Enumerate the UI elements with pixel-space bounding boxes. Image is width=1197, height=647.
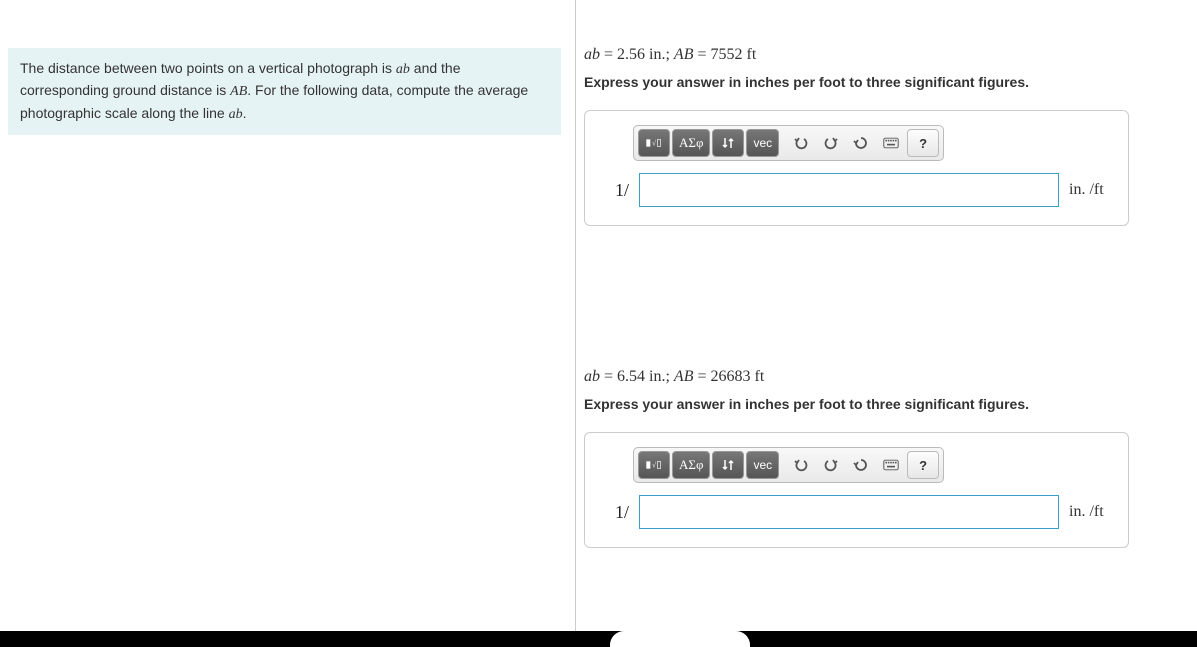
- var-AB: AB: [230, 84, 247, 99]
- arrows-icon: [720, 135, 736, 151]
- templates-button[interactable]: √: [638, 129, 670, 157]
- part-a: ab = 2.56 in.; AB = 7552 ft Express your…: [584, 14, 1189, 226]
- undo-button[interactable]: [787, 129, 815, 157]
- var-ab: ab: [396, 62, 410, 77]
- instruction: Express your answer in inches per foot t…: [584, 396, 1189, 412]
- reset-button[interactable]: [847, 129, 875, 157]
- given-value: = 6.54 in.;: [600, 368, 674, 385]
- keyboard-button[interactable]: [877, 451, 905, 479]
- keyboard-button[interactable]: [877, 129, 905, 157]
- part-header: [584, 14, 1189, 38]
- templates-icon: √: [646, 135, 662, 151]
- answer-block: √ ΑΣφ vec: [584, 432, 1129, 548]
- undo-icon: [793, 135, 809, 151]
- given-data: ab = 6.54 in.; AB = 26683 ft: [584, 368, 1189, 386]
- answer-input[interactable]: [639, 173, 1059, 207]
- reset-icon: [853, 457, 869, 473]
- subscript-button[interactable]: [712, 129, 744, 157]
- answer-input[interactable]: [639, 495, 1059, 529]
- given-value: = 7552 ft: [693, 46, 756, 63]
- templates-button[interactable]: √: [638, 451, 670, 479]
- undo-icon: [793, 457, 809, 473]
- given-var: ab: [584, 368, 600, 385]
- given-var: AB: [674, 368, 694, 385]
- reset-button[interactable]: [847, 451, 875, 479]
- redo-button[interactable]: [817, 451, 845, 479]
- redo-button[interactable]: [817, 129, 845, 157]
- part-header: [584, 336, 1189, 360]
- bottom-bar: [0, 631, 1197, 647]
- answer-prefix: 1/: [601, 180, 629, 201]
- svg-text:√: √: [652, 461, 657, 470]
- var-ab: ab: [229, 107, 243, 122]
- question-panel: The distance between two points on a ver…: [0, 0, 576, 647]
- answer-unit: in. /ft: [1069, 181, 1104, 199]
- templates-icon: √: [646, 457, 662, 473]
- undo-button[interactable]: [787, 451, 815, 479]
- vec-button[interactable]: vec: [746, 129, 779, 157]
- part-b: ab = 6.54 in.; AB = 26683 ft Express you…: [584, 336, 1189, 548]
- redo-icon: [823, 457, 839, 473]
- bottom-notch: [610, 631, 750, 647]
- given-value: = 26683 ft: [693, 368, 764, 385]
- problem-statement: The distance between two points on a ver…: [8, 48, 561, 135]
- keyboard-icon: [883, 135, 899, 151]
- answer-row: 1/ in. /ft: [601, 173, 1112, 207]
- greek-button[interactable]: ΑΣφ: [672, 451, 710, 479]
- greek-button[interactable]: ΑΣφ: [672, 129, 710, 157]
- answer-block: √ ΑΣφ vec: [584, 110, 1129, 226]
- given-data: ab = 2.56 in.; AB = 7552 ft: [584, 46, 1189, 64]
- answer-panel: ab = 2.56 in.; AB = 7552 ft Express your…: [576, 0, 1197, 647]
- reset-icon: [853, 135, 869, 151]
- equation-toolbar: √ ΑΣφ vec: [633, 125, 944, 161]
- problem-text: .: [243, 105, 247, 121]
- problem-text: The distance between two points on a ver…: [20, 60, 396, 76]
- equation-toolbar: √ ΑΣφ vec: [633, 447, 944, 483]
- arrows-icon: [720, 457, 736, 473]
- svg-text:√: √: [652, 139, 657, 148]
- help-button[interactable]: ?: [907, 129, 939, 157]
- given-var: ab: [584, 46, 600, 63]
- instruction: Express your answer in inches per foot t…: [584, 74, 1189, 90]
- redo-icon: [823, 135, 839, 151]
- help-button[interactable]: ?: [907, 451, 939, 479]
- given-value: = 2.56 in.;: [600, 46, 674, 63]
- given-var: AB: [674, 46, 694, 63]
- answer-unit: in. /ft: [1069, 503, 1104, 521]
- subscript-button[interactable]: [712, 451, 744, 479]
- answer-prefix: 1/: [601, 502, 629, 523]
- answer-row: 1/ in. /ft: [601, 495, 1112, 529]
- vec-button[interactable]: vec: [746, 451, 779, 479]
- keyboard-icon: [883, 457, 899, 473]
